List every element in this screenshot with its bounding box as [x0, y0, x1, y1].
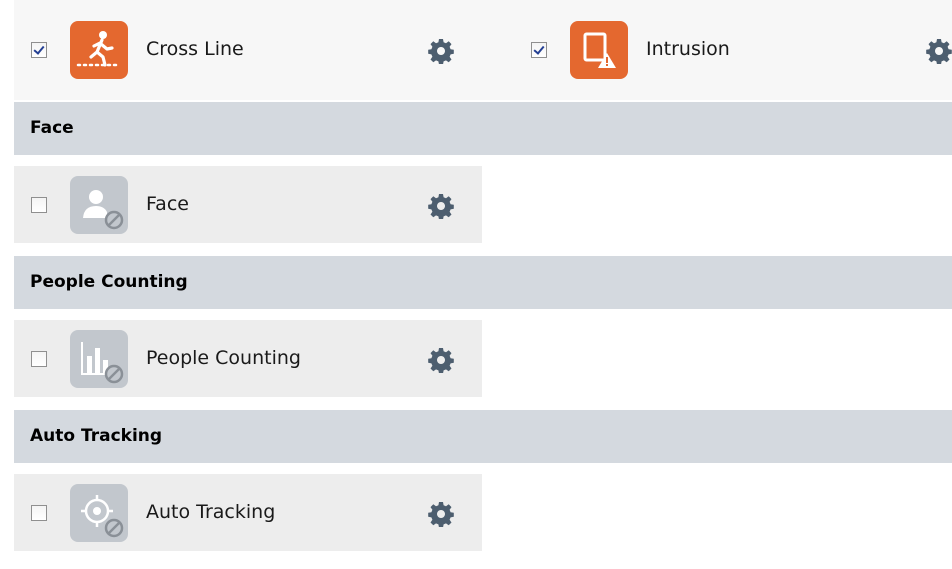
section-header-people-counting: People Counting: [14, 256, 952, 309]
people-counting-icon: [70, 330, 128, 388]
auto-tracking-label: Auto Tracking: [146, 501, 276, 523]
function-item-people-counting: People Counting: [14, 320, 482, 397]
people-counting-label: People Counting: [146, 347, 301, 369]
people-counting-checkbox[interactable]: [31, 351, 47, 367]
face-label: Face: [146, 193, 189, 215]
function-row-face: Face: [14, 166, 482, 243]
cross-line-checkbox[interactable]: [31, 42, 47, 58]
auto-tracking-checkbox[interactable]: [31, 505, 47, 521]
intrusion-settings-gear-icon[interactable]: [926, 38, 952, 64]
face-icon: [70, 176, 128, 234]
cross-line-label: Cross Line: [146, 38, 244, 60]
function-row-people-counting: People Counting: [14, 320, 482, 397]
section-header-face: Face: [14, 102, 952, 155]
function-item-auto-tracking: Auto Tracking: [14, 474, 482, 551]
people-counting-settings-gear-icon[interactable]: [428, 347, 454, 373]
intrusion-checkbox[interactable]: [531, 42, 547, 58]
face-settings-gear-icon[interactable]: [428, 193, 454, 219]
cross-line-settings-gear-icon[interactable]: [428, 38, 454, 64]
auto-tracking-settings-gear-icon[interactable]: [428, 501, 454, 527]
face-checkbox[interactable]: [31, 197, 47, 213]
auto-tracking-icon: [70, 484, 128, 542]
smart-functions-panel: Cross Line Intrusion Face Face People Co…: [0, 0, 952, 569]
function-item-face: Face: [14, 166, 482, 243]
top-function-row: Cross Line Intrusion: [14, 0, 952, 100]
intrusion-icon: [570, 21, 628, 79]
function-item-intrusion: Intrusion: [514, 11, 952, 88]
function-item-cross-line: Cross Line: [14, 11, 484, 88]
section-header-auto-tracking: Auto Tracking: [14, 410, 952, 463]
function-row-auto-tracking: Auto Tracking: [14, 474, 482, 551]
intrusion-label: Intrusion: [646, 38, 730, 60]
cross-line-icon: [70, 21, 128, 79]
